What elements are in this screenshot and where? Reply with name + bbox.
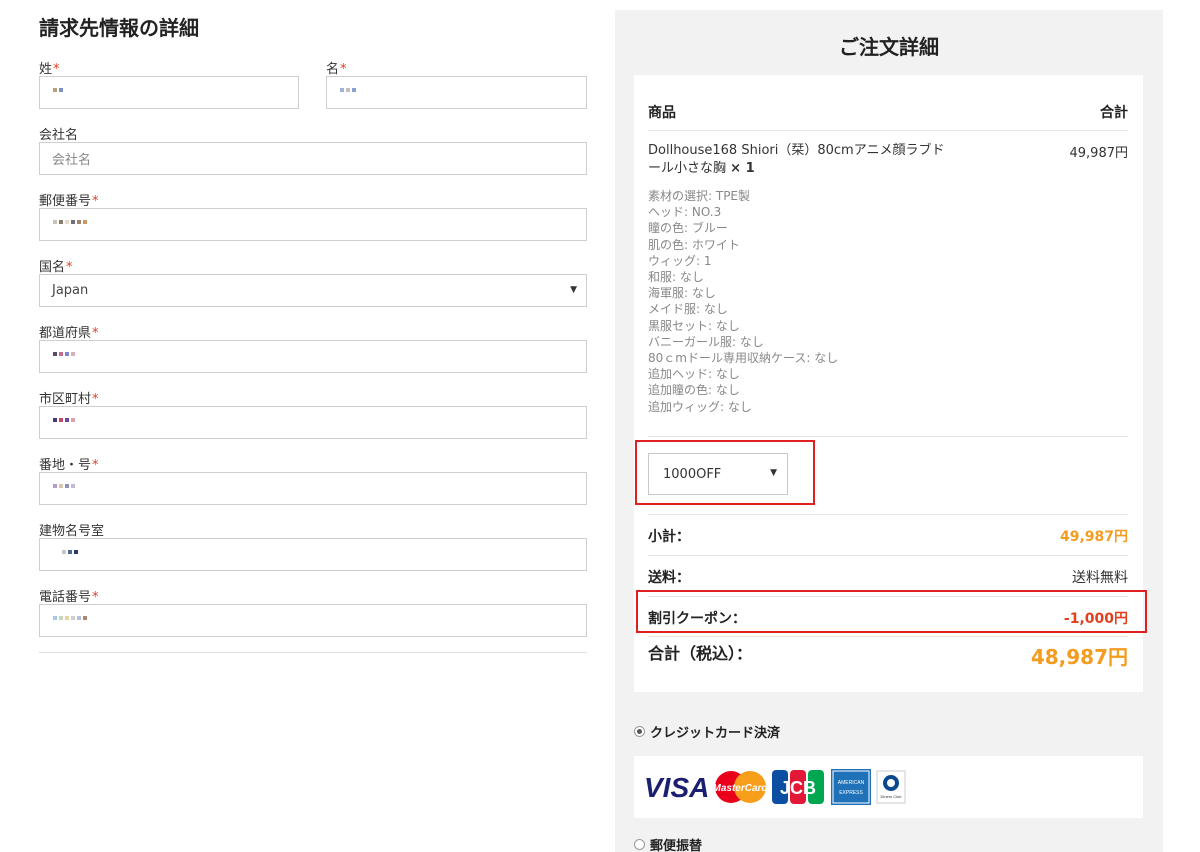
product-option: 肌の色: ホワイト bbox=[648, 237, 740, 252]
grand-total-label: 合計（税込）： bbox=[648, 644, 753, 663]
product-option: バニーガール服: なし bbox=[648, 334, 764, 349]
chevron-down-icon: ▼ bbox=[570, 285, 577, 295]
product-option: 素材の選択: TPE製 bbox=[648, 189, 751, 203]
divider bbox=[648, 130, 1128, 131]
divider bbox=[648, 555, 1128, 556]
svg-text:Diners Club: Diners Club bbox=[881, 794, 903, 799]
shipping-label: 送料： bbox=[648, 570, 690, 586]
jcb-logo: JCB bbox=[772, 770, 824, 804]
order-review: 商品 合計 Dollhouse168 Shiori（栞）80cmアニメ顔ラブドー… bbox=[634, 75, 1147, 692]
divider bbox=[648, 596, 1128, 597]
product-options: 素材の選択: TPE製 ヘッド: NO.3 瞳の色: ブルー 肌の色: ホワイト ウィッ… bbox=[648, 188, 838, 415]
mastercard-logo: MasterCard bbox=[712, 771, 768, 803]
last-name-input[interactable] bbox=[39, 76, 299, 109]
card-logos-icon: VISA MasterCard JCB AMERICAN EXPRESS Din… bbox=[644, 769, 906, 805]
product-option: 追加ヘッド: なし bbox=[648, 367, 740, 382]
country-value: Japan bbox=[52, 283, 89, 298]
payment-postal-transfer[interactable]: 郵便振替 bbox=[634, 835, 702, 852]
phone-input[interactable] bbox=[39, 604, 587, 637]
phone-label: 電話番号* bbox=[39, 590, 99, 605]
shipping-value: 送料無料 bbox=[1072, 570, 1128, 586]
diners-logo: Diners Club bbox=[876, 770, 906, 804]
city-label: 市区町村* bbox=[39, 392, 99, 407]
subtotal-label: 小計： bbox=[648, 529, 690, 545]
discount-label: 割引クーポン： bbox=[648, 611, 746, 627]
visa-logo: VISA bbox=[644, 772, 709, 803]
payment-postal-transfer-label: 郵便振替 bbox=[650, 839, 703, 852]
total-header: 合計 bbox=[1100, 105, 1128, 121]
card-logos: VISA MasterCard JCB AMERICAN EXPRESS Din… bbox=[634, 756, 1143, 818]
product-option: 80ｃmドール専用収納ケース: なし bbox=[648, 351, 839, 366]
product-qty: × 1 bbox=[730, 161, 755, 176]
amex-logo: AMERICAN EXPRESS bbox=[831, 769, 871, 805]
address2-input[interactable] bbox=[39, 538, 587, 571]
state-input[interactable] bbox=[39, 340, 587, 373]
svg-text:JCB: JCB bbox=[780, 778, 816, 798]
product-option: 追加瞳の色: なし bbox=[648, 383, 740, 398]
billing-title: 請求先情報の詳細 bbox=[39, 16, 199, 40]
last-name-label: 姓* bbox=[39, 62, 60, 77]
product-option: 追加ウィッグ: なし bbox=[648, 399, 752, 414]
address1-input[interactable] bbox=[39, 472, 587, 505]
divider bbox=[648, 514, 1128, 515]
product-option: 黒服セット: なし bbox=[648, 318, 740, 333]
payment-credit-card-label: クレジットカード決済 bbox=[650, 726, 781, 741]
country-select[interactable]: Japan ▼ bbox=[39, 274, 587, 307]
grand-total-value: 48,987円 bbox=[1030, 645, 1128, 669]
address1-label: 番地・号* bbox=[39, 458, 99, 473]
svg-text:EXPRESS: EXPRESS bbox=[839, 790, 863, 796]
product-price: 49,987円 bbox=[1069, 146, 1129, 161]
postcode-input[interactable] bbox=[39, 208, 587, 241]
order-title: ご注文詳細 bbox=[839, 35, 939, 59]
first-name-label: 名* bbox=[326, 62, 347, 77]
discount-value: -1,000円 bbox=[1063, 611, 1128, 627]
subtotal-value: 49,987円 bbox=[1059, 529, 1128, 545]
svg-text:AMERICAN: AMERICAN bbox=[838, 780, 865, 786]
payment-credit-card[interactable]: クレジットカード決済 bbox=[634, 722, 780, 741]
svg-text:MasterCard: MasterCard bbox=[712, 783, 768, 794]
divider bbox=[648, 636, 1128, 637]
product-option: 瞳の色: ブルー bbox=[648, 221, 728, 236]
company-label: 会社名 bbox=[39, 128, 79, 143]
product-option: 和服: なし bbox=[648, 270, 704, 285]
state-label: 都道府県* bbox=[39, 326, 99, 341]
chevron-down-icon: ▼ bbox=[770, 468, 777, 478]
address2-label: 建物名号室 bbox=[39, 524, 105, 539]
divider bbox=[648, 436, 1128, 437]
radio-unselected-icon[interactable] bbox=[634, 839, 645, 850]
product-option: ヘッド: NO.3 bbox=[648, 205, 722, 220]
coupon-select[interactable]: 1000OFF ▼ bbox=[648, 453, 788, 495]
product-option: 海軍服: なし bbox=[648, 286, 716, 301]
product-name: Dollhouse168 Shiori（栞）80cmアニメ顔ラブドール小さな胸 … bbox=[648, 143, 945, 176]
product-header: 商品 bbox=[648, 105, 676, 121]
order-panel: ご注文詳細 商品 合計 Dollhouse168 Shiori（栞）80cmアニ… bbox=[615, 10, 1163, 852]
coupon-value: 1000OFF bbox=[663, 466, 722, 482]
city-input[interactable] bbox=[39, 406, 587, 439]
first-name-input[interactable] bbox=[326, 76, 587, 109]
postcode-label: 郵便番号* bbox=[39, 194, 99, 209]
product-option: ウィッグ: 1 bbox=[648, 253, 712, 268]
country-label: 国名* bbox=[39, 260, 73, 275]
company-input[interactable]: 会社名 bbox=[39, 142, 587, 175]
billing-divider bbox=[39, 652, 587, 653]
product-option: メイド服: なし bbox=[648, 302, 728, 317]
radio-selected-icon[interactable] bbox=[634, 726, 645, 737]
